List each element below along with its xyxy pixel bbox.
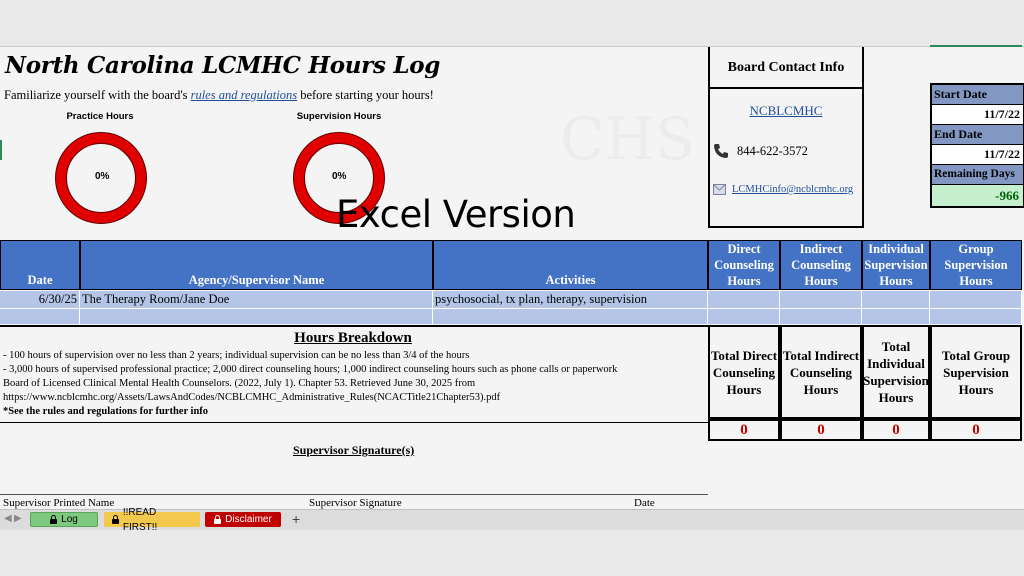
empty-cell[interactable]: [708, 308, 780, 324]
intro-text: Familiarize yourself with the board's ru…: [4, 88, 434, 103]
envelope-icon: [713, 184, 726, 195]
empty-cell[interactable]: [0, 308, 80, 324]
board-contact-box: Board Contact Info NCBLCMHC 844-622-3572…: [708, 47, 864, 228]
total-indirect-label: Total Indirect Counseling Hours: [780, 325, 862, 419]
breakdown-line: Board of Licensed Clinical Mental Health…: [3, 378, 476, 389]
row-selection-indicator: [0, 140, 2, 160]
phone-row: 844-622-3572: [713, 143, 808, 159]
remaining-days-value: -966: [932, 185, 1023, 206]
hours-breakdown: Hours Breakdown - 100 hours of supervisi…: [0, 325, 708, 423]
watermark-logo: CHS: [560, 105, 695, 173]
tab-label: !!READ FIRST!!: [122, 506, 158, 533]
header-individual[interactable]: Individual Supervision Hours: [862, 240, 930, 290]
total-direct-value: 0: [708, 419, 780, 441]
cell-activities[interactable]: psychosocial, tx plan, therapy, supervis…: [433, 291, 708, 308]
total-group-label: Total Group Supervision Hours: [930, 325, 1022, 419]
tab-nav-prev-icon[interactable]: ◀: [4, 513, 12, 524]
empty-cell[interactable]: [780, 308, 862, 324]
supervisor-signature-title: Supervisor Signature(s): [293, 443, 415, 457]
practice-hours-percent: 0%: [95, 171, 110, 182]
sheet-top-border: [0, 46, 1024, 47]
intro-after: before starting your hours!: [297, 88, 434, 102]
total-group-value: 0: [930, 419, 1022, 441]
date-summary-box: Start Date 11/7/22 End Date 11/7/22 Rema…: [930, 83, 1024, 208]
phone-icon: [714, 144, 728, 158]
header-indirect[interactable]: Indirect Counseling Hours: [780, 240, 862, 290]
header-direct[interactable]: Direct Counseling Hours: [708, 240, 780, 290]
add-sheet-button[interactable]: +: [292, 511, 300, 527]
phone-number: 844-622-3572: [737, 143, 808, 158]
selection-indicator: [930, 45, 1022, 47]
breakdown-title: Hours Breakdown: [294, 330, 412, 346]
intro-before: Familiarize yourself with the board's: [4, 88, 191, 102]
end-date-value[interactable]: 11/7/22: [932, 145, 1023, 165]
cell-individual[interactable]: [862, 291, 930, 308]
empty-cell[interactable]: [80, 308, 433, 324]
empty-cell[interactable]: [930, 308, 1022, 324]
total-direct-label: Total Direct Counseling Hours: [708, 325, 780, 419]
remaining-days-label: Remaining Days: [932, 165, 1023, 185]
signature-label: Supervisor Signature: [309, 497, 402, 509]
header-activities[interactable]: Activities: [433, 240, 708, 290]
cell-indirect[interactable]: [780, 291, 862, 308]
practice-hours-label: Practice Hours: [66, 111, 134, 122]
tab-label: Log: [61, 514, 78, 525]
cell-group[interactable]: [930, 291, 1022, 308]
tab-log[interactable]: Log: [30, 512, 98, 527]
signature-line: [0, 494, 708, 495]
start-date-label: Start Date: [932, 85, 1023, 105]
tab-read-first[interactable]: !!READ FIRST!!: [104, 507, 200, 533]
breakdown-line: - 100 hours of supervision over no less …: [3, 350, 470, 361]
printed-name-label: Supervisor Printed Name: [3, 497, 115, 509]
header-date[interactable]: Date: [0, 240, 80, 290]
sheet-tab-bar: ◀ ▶ Log !!READ FIRST!! Disclaimer +: [0, 507, 1024, 533]
cell-date[interactable]: 6/30/25: [0, 291, 80, 308]
lock-icon: [214, 514, 222, 524]
tab-disclaimer[interactable]: Disclaimer: [205, 512, 281, 527]
rules-link[interactable]: rules and regulations: [191, 88, 297, 102]
empty-cell[interactable]: [433, 308, 708, 324]
lock-icon: [50, 514, 58, 524]
start-date-value[interactable]: 11/7/22: [932, 105, 1023, 125]
email-row: LCMHCinfo@ncblcmhc.org: [713, 184, 853, 195]
header-group[interactable]: Group Supervision Hours: [930, 240, 1022, 290]
ncblcmhc-link[interactable]: NCBLCMHC: [710, 103, 862, 119]
total-indirect-value: 0: [780, 419, 862, 441]
tab-label: Disclaimer: [225, 514, 272, 525]
supervision-hours-label: Supervision Hours: [296, 111, 382, 122]
total-individual-label: Total Individual Supervision Hours: [862, 325, 930, 419]
total-individual-value: 0: [862, 419, 930, 441]
end-date-label: End Date: [932, 125, 1023, 145]
cell-direct[interactable]: [708, 291, 780, 308]
lock-icon: [112, 514, 119, 524]
excel-version-overlay: Excel Version: [336, 193, 576, 236]
breakdown-note: *See the rules and regulations for furth…: [3, 406, 209, 417]
tab-nav-next-icon[interactable]: ▶: [14, 513, 22, 524]
supervision-hours-percent: 0%: [332, 171, 347, 182]
header-agency[interactable]: Agency/Supervisor Name: [80, 240, 433, 290]
page-title: North Carolina LCMHC Hours Log: [5, 52, 441, 79]
cell-agency[interactable]: The Therapy Room/Jane Doe: [80, 291, 433, 308]
breakdown-line: https://www.ncblcmhc.org/Assets/LawsAndC…: [3, 392, 501, 403]
breakdown-line: - 3,000 hours of supervised professional…: [3, 364, 618, 375]
email-link[interactable]: LCMHCinfo@ncblcmhc.org: [732, 184, 853, 195]
empty-cell[interactable]: [862, 308, 930, 324]
board-contact-heading: Board Contact Info: [710, 47, 862, 89]
date-label: Date: [634, 497, 655, 509]
